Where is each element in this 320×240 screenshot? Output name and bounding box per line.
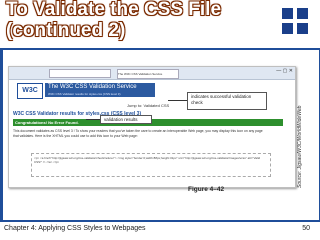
callout-successful-check: indicates successful validation check: [187, 92, 267, 110]
source-credit: Source: Jigsaw/W3C/WorldWideWeb: [297, 60, 307, 190]
callout-leader: [86, 119, 101, 120]
w3c-logo: W3C: [17, 83, 43, 99]
figure-label: Figure 4–42: [188, 186, 225, 193]
slide-title: To Validate the CSS File (continued 2): [6, 0, 221, 40]
address-bar: [49, 69, 111, 78]
browser-tab: The W3C CSS Validation Service: [117, 69, 179, 79]
callout-validation-results: validation results: [100, 115, 152, 124]
source-credit-text: Source: Jigsaw/W3C/WorldWideWeb: [297, 105, 303, 188]
footer-page-number: 50: [302, 225, 310, 232]
decor-square: [297, 23, 308, 34]
service-subtitle: W3C CSS Validator results for styles.css…: [48, 92, 121, 96]
window-buttons: — ▢ ✕: [276, 68, 293, 74]
slide-title-line2: (continued 2): [6, 20, 126, 41]
congrats-text: Congratulations! No Error Found.: [15, 120, 79, 125]
service-title-box: The W3C CSS Validation Service W3C CSS V…: [45, 83, 155, 97]
decor-square: [282, 8, 293, 19]
footer-chapter: Chapter 4: Applying CSS Styles to Webpag…: [4, 225, 146, 232]
validation-body-text: This document validates as CSS level 3 !…: [13, 129, 263, 138]
callout-leader: [168, 100, 188, 101]
service-title: The W3C CSS Validation Service: [48, 84, 137, 90]
browser-chrome: The W3C CSS Validation Service — ▢ ✕: [9, 67, 295, 80]
decor-square: [282, 23, 293, 34]
slide-title-line1: To Validate the CSS File: [6, 0, 222, 20]
jump-to: Jump to: Validated CSS: [127, 103, 170, 108]
code-snippet: <p> <a href="http://jigsaw.w3.org/css-va…: [31, 153, 271, 177]
decor-square: [297, 8, 308, 19]
browser-screenshot: The W3C CSS Validation Service — ▢ ✕ W3C…: [8, 66, 296, 188]
